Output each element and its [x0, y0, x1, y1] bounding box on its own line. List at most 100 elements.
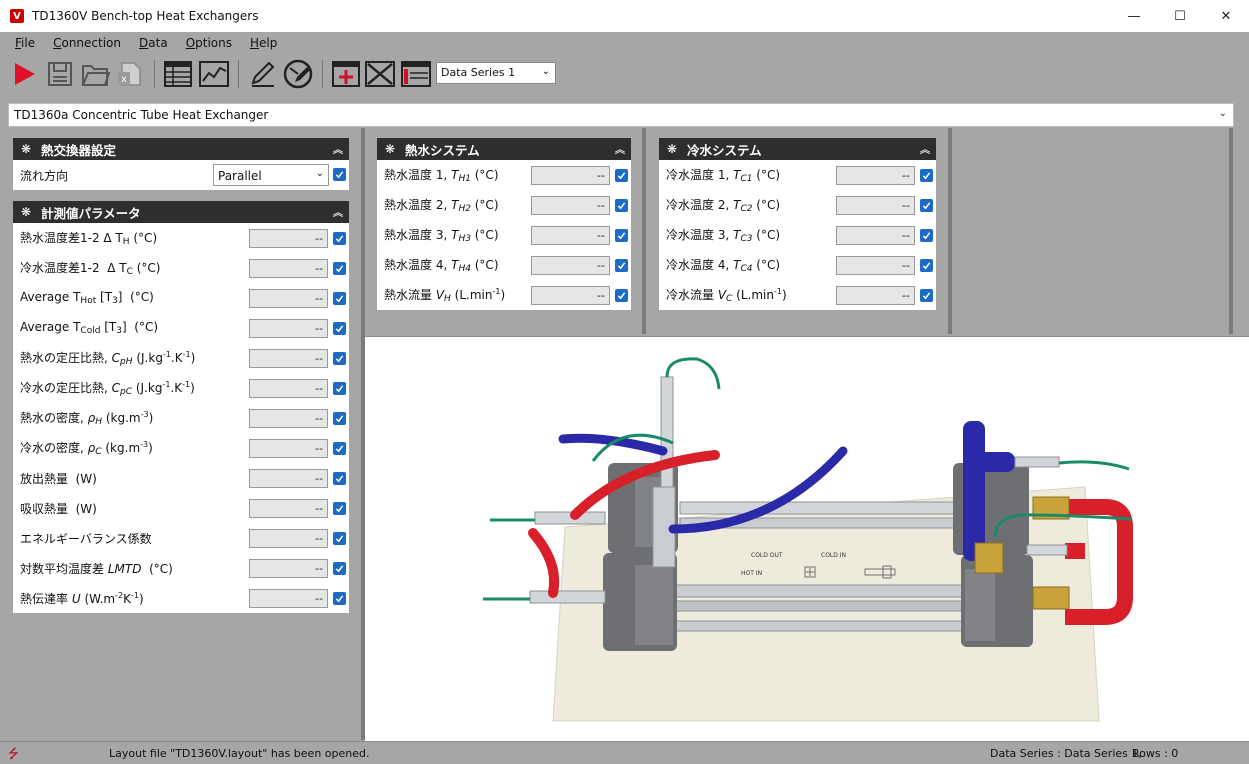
param-checkbox[interactable]	[333, 381, 346, 395]
checkmark-icon	[335, 384, 344, 392]
flow-direction-label: 流れ方向	[20, 168, 69, 183]
reading-value: --	[836, 225, 915, 245]
menu-connection[interactable]: Connection	[44, 36, 130, 50]
table-view-button[interactable]	[162, 58, 194, 90]
reading-checkbox[interactable]	[615, 288, 628, 302]
checkmark-icon	[335, 324, 344, 332]
checkmark-icon	[335, 474, 344, 482]
equipment-select[interactable]: TD1360a Concentric Tube Heat Exchanger ⌄	[8, 103, 1234, 127]
param-checkbox[interactable]	[333, 441, 346, 455]
collapse-icon[interactable]: ︽	[920, 141, 930, 156]
data-series-select[interactable]: Data Series 1 ⌄	[436, 62, 556, 84]
flow-direction-checkbox[interactable]	[333, 168, 346, 181]
cold-panel-row: 冷水温度 3, TC3 (°C) --	[659, 220, 936, 250]
checkmark-icon	[922, 231, 931, 239]
hot-panel-row: 熱水温度 4, TH4 (°C) --	[377, 250, 631, 280]
collapse-icon[interactable]: ︽	[333, 141, 343, 156]
sample-timer-button[interactable]	[282, 58, 314, 90]
measured-panel-header[interactable]: ❋ 計測値パラメータ ︽	[13, 201, 349, 223]
param-row-cph: 熱水の定圧比熱, CpH (J.kg-1.K-1) --	[13, 343, 349, 373]
sensor-wire	[1058, 460, 1130, 471]
param-row-rho-c: 冷水の密度, ρC (kg.m-3) --	[13, 433, 349, 463]
run-button[interactable]	[8, 58, 40, 90]
param-checkbox[interactable]	[333, 561, 346, 575]
param-row-heat-out: 放出熱量 (W) --	[13, 463, 349, 493]
param-row-dth: 熱水温度差1-2 Δ TH (°C) --	[13, 223, 349, 253]
cold-out-label: COLD OUT	[751, 552, 783, 559]
reading-checkbox[interactable]	[920, 258, 933, 272]
save-icon	[48, 62, 72, 86]
param-checkbox[interactable]	[333, 411, 346, 425]
delete-table-button[interactable]	[364, 58, 396, 90]
collapse-icon[interactable]: ︽	[333, 204, 343, 219]
hot-in-label: HOT IN	[741, 570, 762, 577]
reading-checkbox[interactable]	[920, 288, 933, 302]
play-icon	[15, 63, 35, 85]
cold-water-panel-header[interactable]: ❋ 冷水システム ︽	[659, 138, 936, 160]
add-row-button[interactable]	[330, 58, 362, 90]
checkmark-icon	[335, 594, 344, 602]
menu-file[interactable]: File	[6, 36, 44, 50]
table-icon	[164, 61, 192, 87]
checkmark-icon	[617, 261, 626, 269]
close-button[interactable]: ✕	[1203, 0, 1249, 32]
settings-panel-title: 熱交換器設定	[41, 142, 117, 158]
sensor-fitting	[1026, 544, 1068, 556]
reading-checkbox[interactable]	[920, 198, 933, 212]
cold-water-panel-title: 冷水システム	[687, 142, 762, 158]
param-row-u: 熱伝達率 U (W.m-2K-1) --	[13, 583, 349, 613]
row-label: 熱水温度 4, TH4 (°C)	[384, 258, 499, 274]
checkmark-icon	[335, 234, 344, 242]
edit-button[interactable]	[246, 58, 278, 90]
reading-checkbox[interactable]	[920, 228, 933, 242]
row-label: 熱水温度 1, TH1 (°C)	[384, 168, 499, 184]
collapse-icon[interactable]: ︽	[615, 141, 625, 156]
column-divider	[948, 128, 952, 334]
new-series-button[interactable]	[400, 58, 432, 90]
reading-checkbox[interactable]	[615, 168, 628, 182]
minimize-button[interactable]: —	[1111, 0, 1157, 32]
reading-checkbox[interactable]	[615, 228, 628, 242]
param-checkbox[interactable]	[333, 261, 346, 275]
gear-icon: ❋	[20, 205, 32, 219]
settings-panel-header[interactable]: ❋ 熱交換器設定 ︽	[13, 138, 349, 160]
param-checkbox[interactable]	[333, 501, 346, 515]
open-button[interactable]	[80, 58, 112, 90]
hot-panel-row: 熱水温度 1, TH1 (°C) --	[377, 160, 631, 190]
param-checkbox[interactable]	[333, 531, 346, 545]
gear-icon: ❋	[384, 142, 396, 156]
checkmark-icon	[335, 294, 344, 302]
maximize-button[interactable]: ☐	[1157, 0, 1203, 32]
brass-fitting	[1032, 586, 1070, 610]
table-add-icon	[332, 61, 360, 87]
column-divider	[1229, 128, 1233, 334]
param-checkbox[interactable]	[333, 291, 346, 305]
menu-options[interactable]: Options	[177, 36, 241, 50]
brass-fitting	[974, 542, 1004, 574]
status-message: Layout file "TD1360V.layout" has been op…	[109, 747, 370, 760]
param-value: --	[249, 438, 328, 458]
reading-checkbox[interactable]	[615, 258, 628, 272]
reading-checkbox[interactable]	[920, 168, 933, 182]
param-row-energy-balance: エネルギーバランス係数 --	[13, 523, 349, 553]
param-checkbox[interactable]	[333, 231, 346, 245]
menu-data[interactable]: Data	[130, 36, 177, 50]
equipment-select-value: TD1360a Concentric Tube Heat Exchanger	[14, 108, 269, 122]
export-excel-button[interactable]: x	[114, 58, 146, 90]
graph-view-button[interactable]	[198, 58, 230, 90]
save-button[interactable]	[44, 58, 76, 90]
hot-water-panel-header[interactable]: ❋ 熱水システム ︽	[377, 138, 631, 160]
param-checkbox[interactable]	[333, 591, 346, 605]
checkmark-icon	[617, 171, 626, 179]
cold-in-label: COLD IN	[821, 552, 846, 559]
toolbar: x	[0, 54, 1249, 94]
checkmark-icon	[335, 354, 344, 362]
param-checkbox[interactable]	[333, 321, 346, 335]
param-checkbox[interactable]	[333, 351, 346, 365]
cold-tee-branch	[975, 452, 1015, 472]
menu-help[interactable]: Help	[241, 36, 286, 50]
flow-direction-select[interactable]: Parallel ⌄	[213, 164, 329, 186]
reading-checkbox[interactable]	[615, 198, 628, 212]
param-value: --	[249, 558, 328, 578]
param-checkbox[interactable]	[333, 471, 346, 485]
